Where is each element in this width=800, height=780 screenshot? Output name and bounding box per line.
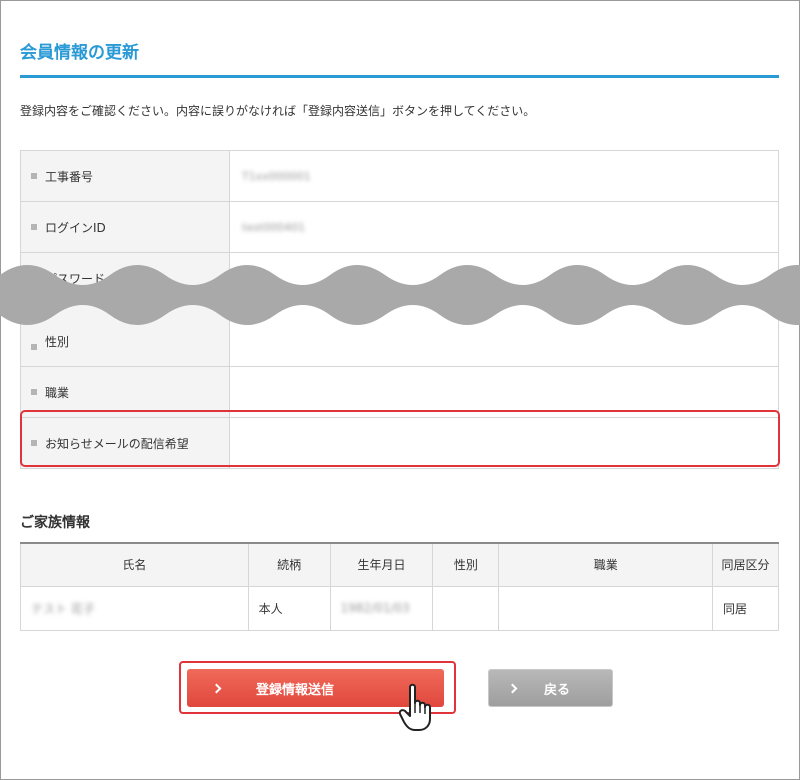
living-status-cell: 同居: [712, 585, 779, 631]
construction-number-value: T1xx000001: [242, 169, 311, 183]
bullet-square-icon: [31, 173, 37, 179]
omission-wave-divider: [0, 265, 800, 325]
info-label-text: 職業: [45, 385, 70, 400]
login-id-value: test000401: [242, 220, 306, 234]
gender-cell: [432, 585, 500, 631]
info-label-text: ログインID: [45, 220, 106, 235]
column-header: 氏名: [20, 542, 249, 587]
info-row-login-id: ログインID test000401: [21, 202, 778, 253]
bullet-square-icon: [31, 344, 37, 350]
birthdate-value: 1982/01/03: [340, 601, 410, 615]
hand-pointer-icon: [398, 683, 431, 731]
column-header: 同居区分: [712, 542, 779, 587]
family-table: 氏名 続柄 生年月日 性別 職業 同居区分 テスト 花子 本人 1982/01/…: [20, 542, 779, 631]
info-row-occupation: 職業: [21, 367, 778, 418]
family-name-value: テスト 花子: [31, 601, 95, 616]
info-value: [230, 418, 778, 468]
info-value: T1xx000001: [230, 151, 778, 201]
back-button-label: 戻る: [544, 682, 571, 698]
bullet-square-icon: [31, 389, 37, 395]
info-label: ログインID: [21, 202, 230, 252]
family-name-cell: テスト 花子: [20, 585, 249, 631]
birthdate-cell: 1982/01/03: [329, 585, 434, 631]
info-value: test000401: [230, 202, 778, 252]
column-header: 職業: [498, 542, 714, 587]
info-row-construction-number: 工事番号 T1xx000001: [21, 151, 778, 202]
occupation-cell: [498, 585, 714, 631]
info-value: [230, 367, 778, 417]
family-table-header: 氏名 続柄 生年月日 性別 職業 同居区分: [20, 542, 779, 587]
bullet-square-icon: [31, 224, 37, 230]
info-label: お知らせメールの配信希望: [21, 418, 230, 468]
title-divider: [20, 75, 779, 78]
relation-cell: 本人: [247, 585, 331, 631]
info-label-text: お知らせメールの配信希望: [45, 436, 189, 451]
back-button[interactable]: 戻る: [488, 669, 613, 707]
submit-button-label: 登録情報送信: [256, 682, 335, 698]
info-label-text: 工事番号: [45, 169, 94, 184]
table-row: テスト 花子 本人 1982/01/03 同居: [20, 585, 779, 631]
info-row-mail-preference: お知らせメールの配信希望: [21, 418, 778, 469]
chevron-right-icon: [211, 683, 222, 693]
info-label: 職業: [21, 367, 230, 417]
family-section-title: ご家族情報: [20, 515, 90, 531]
column-header: 続柄: [247, 542, 331, 587]
info-label-text: 性別: [45, 335, 70, 349]
chevron-right-icon: [507, 683, 518, 693]
bullet-square-icon: [31, 440, 37, 446]
column-header: 生年月日: [329, 542, 434, 587]
info-label: 工事番号: [21, 151, 230, 201]
column-header: 性別: [432, 542, 500, 587]
intro-text: 登録内容をご確認ください。内容に誤りがなければ「登録内容送信」ボタンを押してくだ…: [20, 104, 536, 118]
page-title: 会員情報の更新: [20, 43, 139, 63]
